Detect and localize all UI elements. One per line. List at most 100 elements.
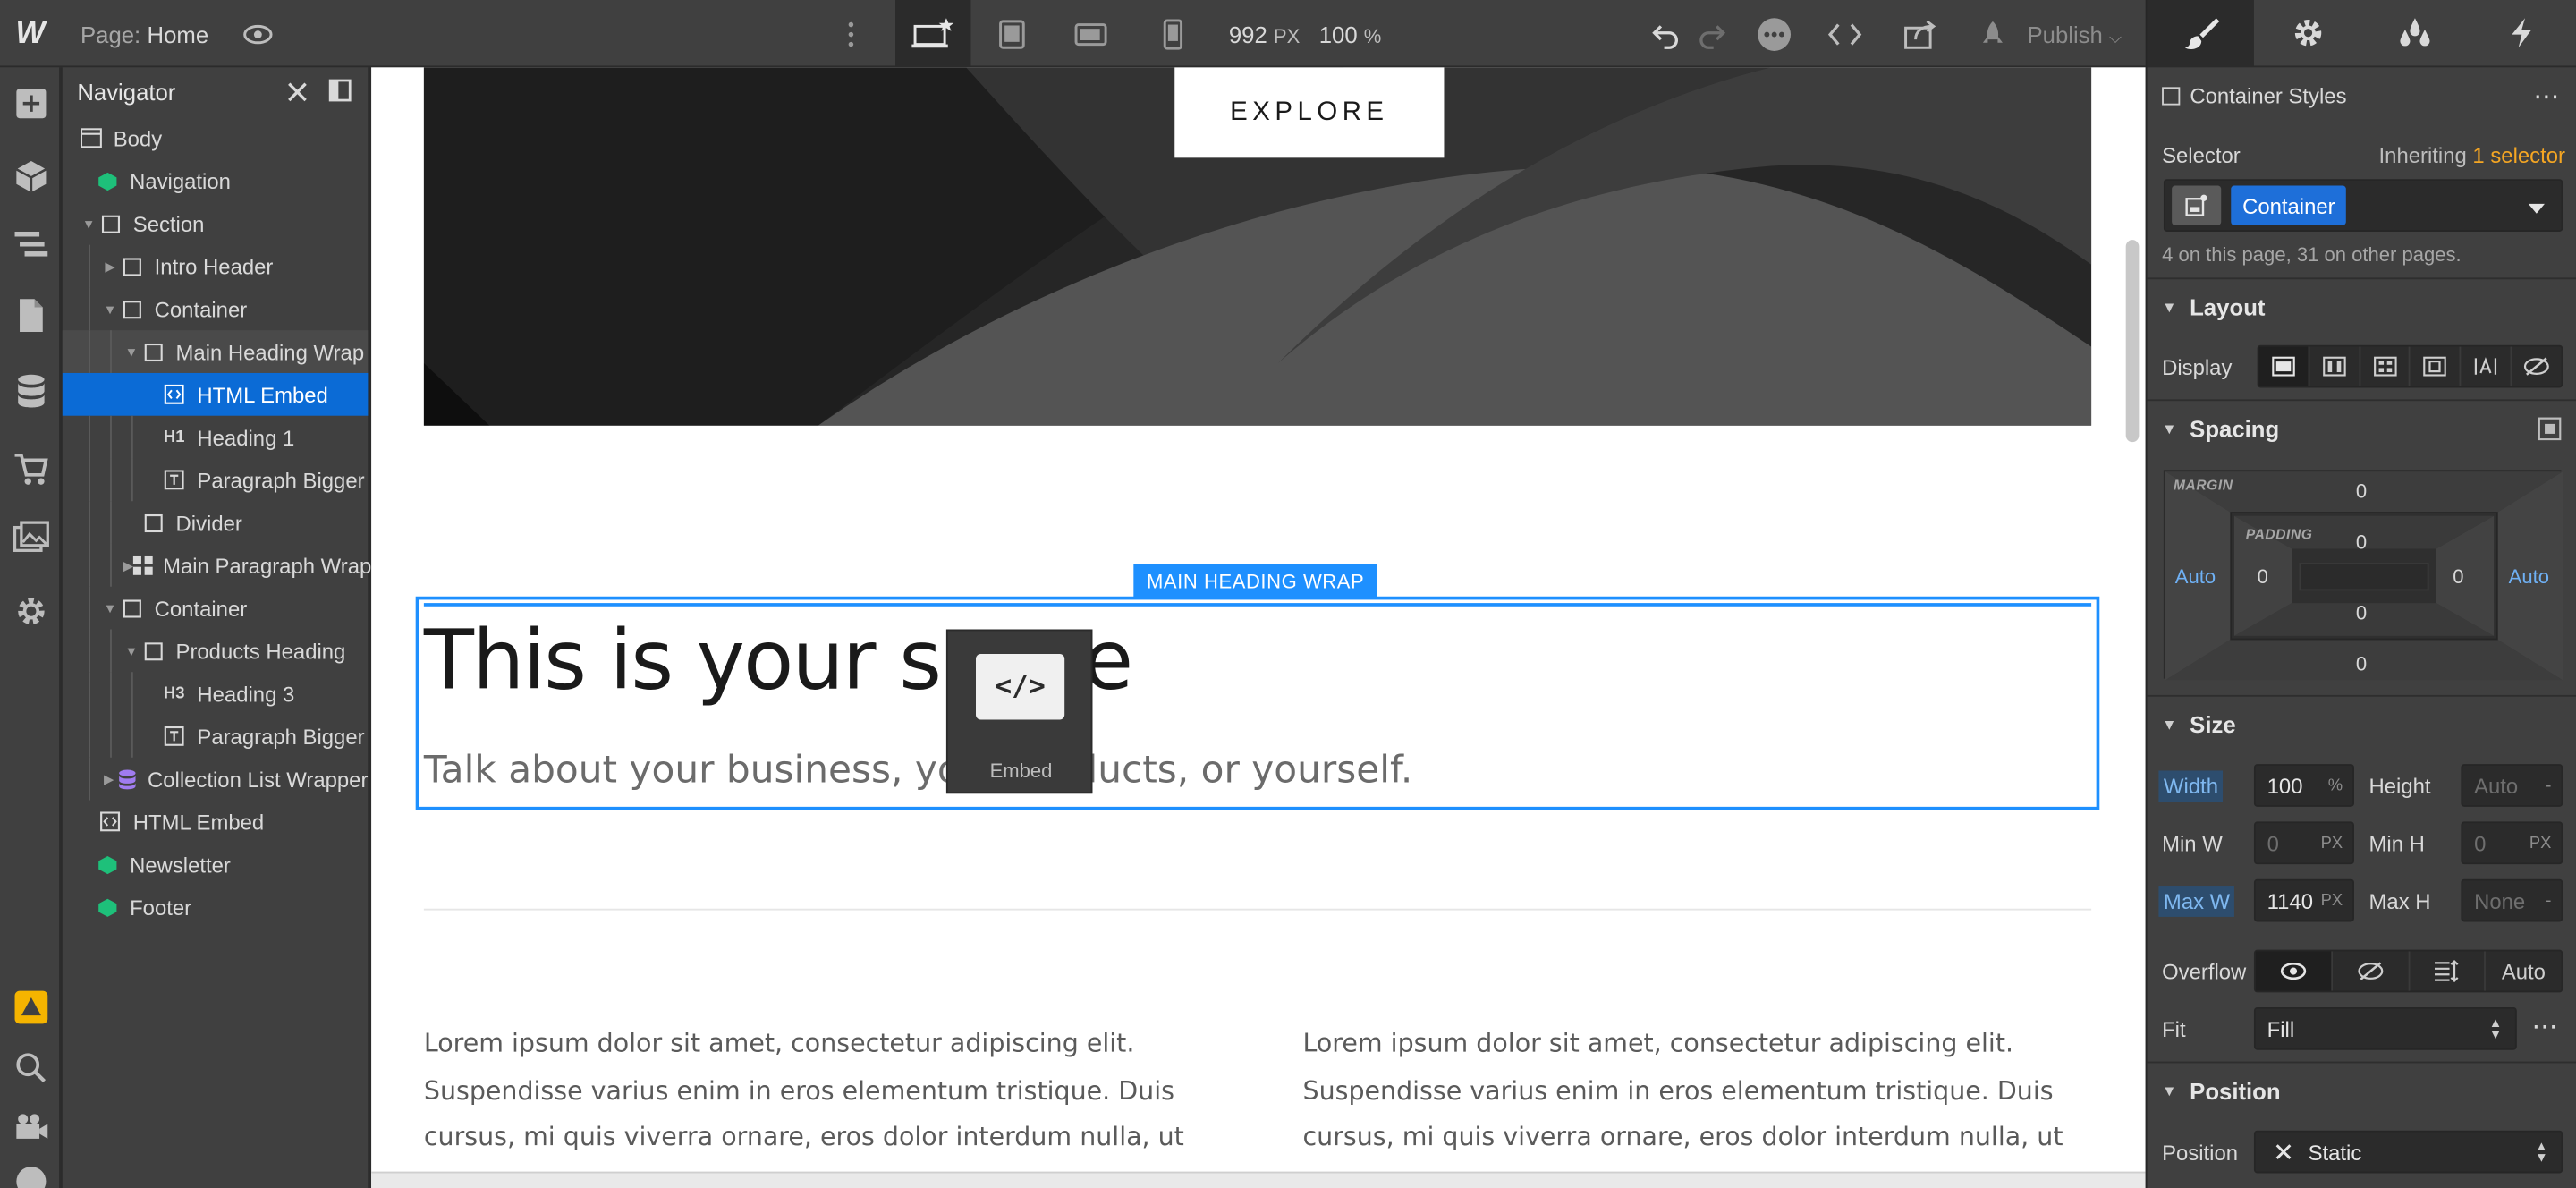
embed-drag-preview[interactable]: </> Embed	[945, 629, 1093, 794]
chevron-down-icon[interactable]	[2528, 196, 2546, 221]
display-grid-button[interactable]	[2360, 346, 2411, 386]
min-height-input[interactable]: 0 PX	[2461, 821, 2563, 865]
nav-item-container-2[interactable]: ▼ Container	[63, 586, 369, 630]
nav-item-html-embed-selected[interactable]: HTML Embed	[62, 372, 369, 416]
nav-item-heading-3[interactable]: H3 Heading 3	[63, 672, 369, 716]
nav-item-collection-list-wrapper[interactable]: ▶ Collection List Wrapper	[63, 757, 368, 801]
navigator-layers-icon[interactable]	[0, 216, 61, 275]
lorem-paragraph-left[interactable]: Lorem ipsum dolor sit amet, consectetur …	[424, 1021, 1213, 1161]
nav-item-footer[interactable]: Footer	[63, 886, 369, 929]
min-width-input[interactable]: 0 PX	[2253, 821, 2354, 865]
tab-style[interactable]	[2147, 0, 2255, 66]
padding-top-value[interactable]: 0	[2356, 530, 2367, 554]
expand-caret-icon[interactable]: ▼	[102, 599, 118, 615]
spacing-expand-icon[interactable]	[2538, 417, 2562, 446]
fit-label[interactable]: Fit	[2162, 1017, 2186, 1042]
selector-state-icon[interactable]	[2172, 185, 2222, 225]
landscape-breakpoint-icon[interactable]	[1056, 0, 1125, 67]
overflow-label[interactable]: Overflow	[2162, 960, 2246, 985]
height-unit[interactable]: -	[2546, 776, 2551, 794]
position-label[interactable]: Position	[2162, 1141, 2238, 1166]
position-select[interactable]: Static ▲ ▼	[2253, 1130, 2563, 1174]
nav-item-navigation[interactable]: Navigation	[63, 159, 369, 202]
max-width-input[interactable]: 1140 PX	[2253, 878, 2354, 922]
dock-panel-icon[interactable]	[328, 79, 352, 106]
display-inline-button[interactable]	[2462, 346, 2512, 386]
expand-caret-icon[interactable]: ▶	[102, 258, 118, 274]
display-flex-button[interactable]	[2309, 346, 2360, 386]
preview-eye-icon[interactable]	[230, 0, 285, 67]
undo-icon[interactable]	[1645, 0, 1688, 67]
margin-right-value[interactable]: Auto	[2509, 565, 2549, 589]
expand-caret-icon[interactable]: ▼	[123, 344, 140, 360]
spacing-section-header[interactable]: ▼ Spacing	[2147, 399, 2576, 455]
size-section-header[interactable]: ▼ Size	[2147, 694, 2576, 751]
design-canvas[interactable]: EXPLORE MAIN HEADING WRAP This is your s…	[371, 67, 2146, 1188]
overflow-visible-button[interactable]	[2255, 951, 2333, 991]
help-icon[interactable]	[0, 1152, 61, 1188]
assets-images-icon[interactable]	[0, 509, 61, 568]
hero-image[interactable]: EXPLORE	[423, 67, 2092, 426]
search-icon[interactable]	[0, 1039, 61, 1098]
min-width-label[interactable]: Min W	[2162, 831, 2223, 856]
share-icon[interactable]	[1896, 0, 1945, 67]
height-input[interactable]: Auto -	[2461, 764, 2563, 807]
position-section-header[interactable]: ▼ Position	[2147, 1061, 2576, 1118]
overflow-hidden-button[interactable]	[2333, 951, 2410, 991]
more-vertical-icon[interactable]	[831, 0, 870, 67]
mobile-breakpoint-icon[interactable]	[1139, 0, 1208, 67]
nav-item-main-heading-wrap[interactable]: ▼ Main Heading Wrap	[62, 330, 369, 373]
tablet-breakpoint-icon[interactable]	[978, 0, 1046, 67]
nav-item-paragraph-bigger[interactable]: Paragraph Bigger	[63, 458, 369, 502]
inheriting-info[interactable]: Inheriting 1 selector	[2379, 143, 2565, 168]
margin-bottom-value[interactable]: 0	[2356, 652, 2367, 675]
pages-icon[interactable]	[0, 286, 61, 345]
nav-item-paragraph-bigger-2[interactable]: Paragraph Bigger	[63, 715, 369, 758]
display-block-button[interactable]	[2258, 346, 2310, 386]
expand-caret-icon[interactable]: ▼	[80, 216, 97, 232]
settings-gear-icon[interactable]	[0, 581, 61, 641]
nav-item-heading-1[interactable]: H1 Heading 1	[63, 415, 369, 459]
nav-item-body[interactable]: Body	[63, 116, 369, 159]
layout-section-header[interactable]: ▼ Layout	[2147, 277, 2576, 334]
min-width-unit[interactable]: PX	[2321, 834, 2343, 852]
nav-item-products-heading[interactable]: ▼ Products Heading	[63, 629, 369, 673]
code-export-icon[interactable]	[1820, 0, 1869, 67]
display-none-button[interactable]	[2512, 347, 2562, 386]
overflow-auto-button[interactable]: Auto	[2486, 952, 2561, 991]
max-height-unit[interactable]: -	[2546, 891, 2551, 909]
height-label[interactable]: Height	[2369, 774, 2431, 799]
max-width-unit[interactable]: PX	[2321, 891, 2343, 909]
webflow-logo[interactable]: W	[0, 0, 61, 67]
desktop-breakpoint-icon[interactable]	[895, 0, 971, 68]
selector-chip[interactable]: Container	[2231, 185, 2347, 225]
checkbox-icon[interactable]	[2162, 87, 2181, 106]
close-icon[interactable]	[287, 81, 307, 106]
margin-top-value[interactable]: 0	[2356, 479, 2367, 503]
overflow-scroll-button[interactable]	[2410, 951, 2487, 991]
display-inline-block-button[interactable]	[2411, 346, 2462, 386]
expand-caret-icon[interactable]: ▼	[123, 642, 140, 658]
content-divider[interactable]	[423, 908, 2092, 911]
canvas-scrollbar[interactable]	[2125, 240, 2140, 443]
min-height-unit[interactable]: PX	[2529, 834, 2552, 852]
audit-warning-icon[interactable]	[0, 978, 61, 1037]
tab-interactions[interactable]	[2469, 0, 2576, 65]
page-selector[interactable]: Page: Home	[80, 21, 208, 47]
tab-settings[interactable]	[2254, 0, 2361, 65]
more-options-icon[interactable]: ⋯	[2533, 81, 2559, 114]
lorem-paragraph-right[interactable]: Lorem ipsum dolor sit amet, consectetur …	[1303, 1021, 2092, 1161]
width-input[interactable]: 100%	[2253, 764, 2354, 807]
max-width-label[interactable]: Max W	[2158, 886, 2235, 917]
selection-tag[interactable]: MAIN HEADING WRAP	[1133, 564, 1377, 598]
nav-item-divider[interactable]: Divider	[63, 501, 369, 544]
publish-button[interactable]: Publish ⌵	[2027, 21, 2121, 47]
expand-caret-icon[interactable]: ▼	[102, 301, 118, 317]
nav-item-container[interactable]: ▼ Container	[63, 287, 369, 331]
comments-icon[interactable]	[1750, 0, 1799, 67]
intro-paragraph[interactable]: Talk about your business, your products,…	[424, 750, 1412, 793]
explore-button[interactable]: EXPLORE	[1174, 67, 1445, 158]
redo-icon[interactable]	[1690, 0, 1733, 67]
rocket-icon[interactable]	[1971, 0, 2014, 67]
padding-left-value[interactable]: 0	[2258, 565, 2268, 589]
